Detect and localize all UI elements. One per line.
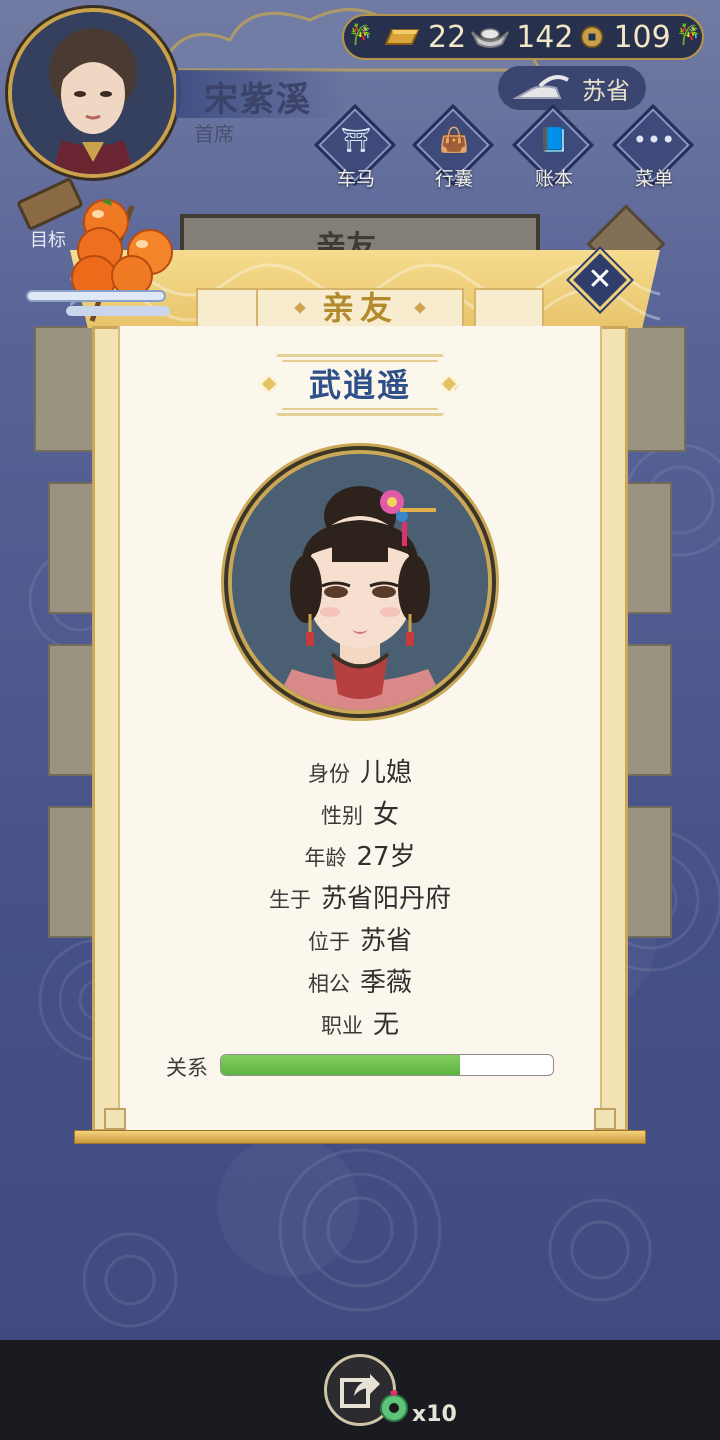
info-key: 身份 bbox=[307, 762, 350, 786]
silver-currency: 142 bbox=[470, 20, 573, 55]
hud-progress-track-secondary bbox=[66, 306, 170, 316]
info-key: 年龄 bbox=[304, 846, 347, 870]
header-panel-right bbox=[474, 288, 544, 328]
relation-bar bbox=[220, 1054, 554, 1076]
silver-amount: 142 bbox=[516, 19, 574, 55]
iron-icon bbox=[512, 75, 569, 99]
player-avatar[interactable] bbox=[8, 8, 178, 178]
menu-icon: ••• bbox=[632, 126, 676, 154]
info-value: 女 bbox=[372, 800, 399, 830]
ledger-button[interactable]: 📘 账本 bbox=[511, 103, 595, 192]
ledger-label: 账本 bbox=[534, 168, 573, 190]
gold-currency: 22 bbox=[382, 20, 466, 55]
menu-label: 菜单 bbox=[634, 168, 673, 190]
location-label: 苏省 bbox=[582, 76, 630, 105]
silver-ingot-icon bbox=[471, 28, 510, 48]
menu-button[interactable]: ••• 菜单 bbox=[611, 103, 695, 192]
info-row-age: 年龄 27岁 bbox=[118, 836, 602, 876]
bag-button[interactable]: 👜 行囊 bbox=[411, 103, 495, 192]
npc-portrait bbox=[228, 450, 492, 714]
npc-portrait-icon bbox=[232, 454, 488, 710]
info-row-gender: 性别 女 bbox=[118, 794, 602, 834]
info-value: 儿媳 bbox=[359, 758, 412, 788]
info-row-birthplace: 生于 苏省阳丹府 bbox=[118, 878, 602, 918]
bamboo-right-icon: 🎋 bbox=[676, 22, 701, 46]
coin-currency: 109 bbox=[577, 19, 671, 55]
ledger-icon: 📘 bbox=[539, 126, 569, 154]
player-portrait-icon bbox=[12, 12, 174, 174]
npc-name: 武逍遥 bbox=[308, 366, 411, 404]
modal-title: 亲友 bbox=[321, 289, 398, 327]
info-value: 苏省阳丹府 bbox=[320, 884, 451, 914]
copper-coin-icon bbox=[581, 25, 604, 49]
carriage-button[interactable]: ⛩ 车马 bbox=[313, 103, 397, 192]
bag-label: 行囊 bbox=[434, 168, 473, 190]
info-key: 职业 bbox=[320, 1014, 363, 1038]
info-value: 季薇 bbox=[359, 968, 412, 998]
share-reward-count: x10 bbox=[412, 1402, 457, 1427]
player-name: 宋紫溪 bbox=[204, 80, 312, 120]
close-icon[interactable]: ✕ bbox=[578, 258, 622, 302]
hud-progress-track bbox=[26, 290, 166, 302]
info-key: 生于 bbox=[268, 888, 311, 912]
info-key: 位于 bbox=[307, 930, 350, 954]
carriage-icon: ⛩ bbox=[340, 126, 372, 154]
currency-bar: 🎋 22 142 109 🎋 bbox=[342, 14, 704, 60]
player-title: 首席 bbox=[194, 122, 234, 146]
bag-icon: 👜 bbox=[439, 126, 469, 154]
carriage-label: 车马 bbox=[336, 168, 375, 190]
corner-ornament bbox=[594, 1108, 616, 1130]
jade-pendant-icon bbox=[380, 1390, 408, 1422]
info-value: 27岁 bbox=[356, 842, 416, 872]
coin-amount: 109 bbox=[613, 19, 671, 55]
gold-ingot-icon bbox=[384, 29, 420, 45]
corner-ornament bbox=[104, 1108, 126, 1130]
info-value: 苏省 bbox=[359, 926, 412, 956]
info-row-husband: 相公 季薇 bbox=[118, 962, 602, 1002]
gold-amount: 22 bbox=[428, 19, 467, 55]
modal-bottom-rod bbox=[74, 1130, 646, 1144]
info-key: 相公 bbox=[307, 972, 350, 996]
info-row-identity: 身份 儿媳 bbox=[118, 752, 602, 792]
location-chip[interactable]: 苏省 bbox=[498, 66, 646, 110]
relation-bar-fill bbox=[221, 1055, 461, 1075]
goal-label: 目标 bbox=[30, 230, 66, 251]
info-key: 性别 bbox=[320, 804, 363, 828]
info-row-occupation: 职业 无 bbox=[118, 1004, 602, 1044]
bamboo-left-icon: 🎋 bbox=[348, 22, 373, 46]
relation-label: 关系 bbox=[166, 1056, 208, 1080]
info-value: 无 bbox=[372, 1010, 399, 1040]
info-row-location: 位于 苏省 bbox=[118, 920, 602, 960]
